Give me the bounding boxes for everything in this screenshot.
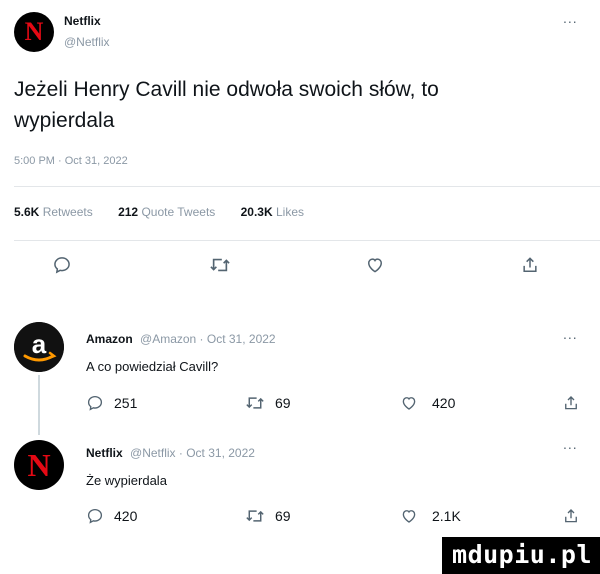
stats-row: 5.6K Retweets 212 Quote Tweets 20.3K Lik… (14, 205, 304, 219)
share-icon (565, 509, 577, 523)
share-button[interactable] (562, 507, 580, 525)
likes-label: Likes (276, 205, 305, 219)
amazon-avatar[interactable]: a (14, 322, 64, 372)
retweets-label: Retweets (42, 205, 93, 219)
quotes-label: Quote Tweets (141, 205, 216, 219)
more-options-icon[interactable]: ... (563, 436, 578, 452)
netflix-avatar[interactable]: N (14, 440, 64, 490)
reply-author-name[interactable]: Netflix (86, 446, 123, 460)
reply-button[interactable]: 420 (86, 507, 137, 525)
retweet-button[interactable] (209, 255, 231, 275)
reply-button[interactable]: 251 (86, 394, 137, 412)
amazon-logo-icon: a (14, 322, 64, 372)
site-watermark: mdupiu.pl (442, 537, 600, 574)
svg-text:a: a (32, 329, 47, 359)
tweet-timestamp[interactable]: 5:00 PM · Oct 31, 2022 (14, 155, 128, 167)
quotes-count: 212 (118, 205, 139, 219)
like-button[interactable]: 420 (400, 394, 455, 412)
likes-count: 20.3K (240, 205, 273, 219)
heart-icon (367, 258, 383, 273)
divider (14, 240, 600, 241)
retweet-icon (210, 258, 230, 272)
reply-text: A co powiedział Cavill? (86, 359, 219, 374)
reply-icon (87, 508, 103, 524)
quotes-stat[interactable]: 212 Quote Tweets (118, 205, 219, 219)
retweet-count: 69 (275, 395, 291, 411)
more-options-icon[interactable]: ... (563, 326, 578, 342)
netflix-logo-icon: N (24, 17, 44, 46)
retweet-count: 69 (275, 508, 291, 524)
reply-count: 251 (114, 395, 138, 411)
reply-icon (54, 257, 70, 274)
divider (14, 186, 600, 187)
thread-line (38, 375, 40, 435)
retweet-button[interactable]: 69 (245, 394, 291, 412)
like-count: 420 (432, 395, 456, 411)
reply-text: Że wypierdala (86, 473, 167, 488)
share-icon (523, 257, 537, 272)
netflix-logo-icon: N (27, 446, 51, 483)
share-button[interactable] (520, 255, 540, 275)
author-handle[interactable]: @Netflix (64, 35, 110, 49)
netflix-avatar[interactable]: N (14, 12, 54, 52)
like-count: 2.1K (432, 508, 461, 524)
like-button[interactable]: 2.1K (400, 507, 461, 525)
share-button[interactable] (562, 394, 580, 412)
like-button[interactable] (365, 255, 385, 275)
retweet-icon (246, 510, 264, 522)
reply-header: Netflix @Netflix · Oct 31, 2022 (86, 446, 255, 460)
heart-icon (402, 397, 416, 410)
heart-icon (402, 510, 416, 523)
more-options-icon[interactable]: ... (563, 10, 578, 26)
author-name[interactable]: Netflix (64, 14, 101, 28)
reply-meta[interactable]: @Netflix · Oct 31, 2022 (130, 446, 255, 460)
retweets-count: 5.6K (14, 205, 40, 219)
likes-stat[interactable]: 20.3K Likes (241, 205, 304, 219)
tweet-text: Jeżeli Henry Cavill nie odwoła swoich sł… (14, 78, 439, 132)
reply-count: 420 (114, 508, 138, 524)
reply-meta[interactable]: @Amazon · Oct 31, 2022 (140, 332, 276, 346)
reply-author-name[interactable]: Amazon (86, 332, 133, 346)
retweet-button[interactable]: 69 (245, 507, 291, 525)
share-icon (565, 396, 577, 410)
reply-icon (87, 395, 103, 411)
retweet-icon (246, 397, 264, 409)
reply-button[interactable] (52, 255, 72, 275)
retweets-stat[interactable]: 5.6K Retweets (14, 205, 96, 219)
reply-header: Amazon @Amazon · Oct 31, 2022 (86, 332, 276, 346)
